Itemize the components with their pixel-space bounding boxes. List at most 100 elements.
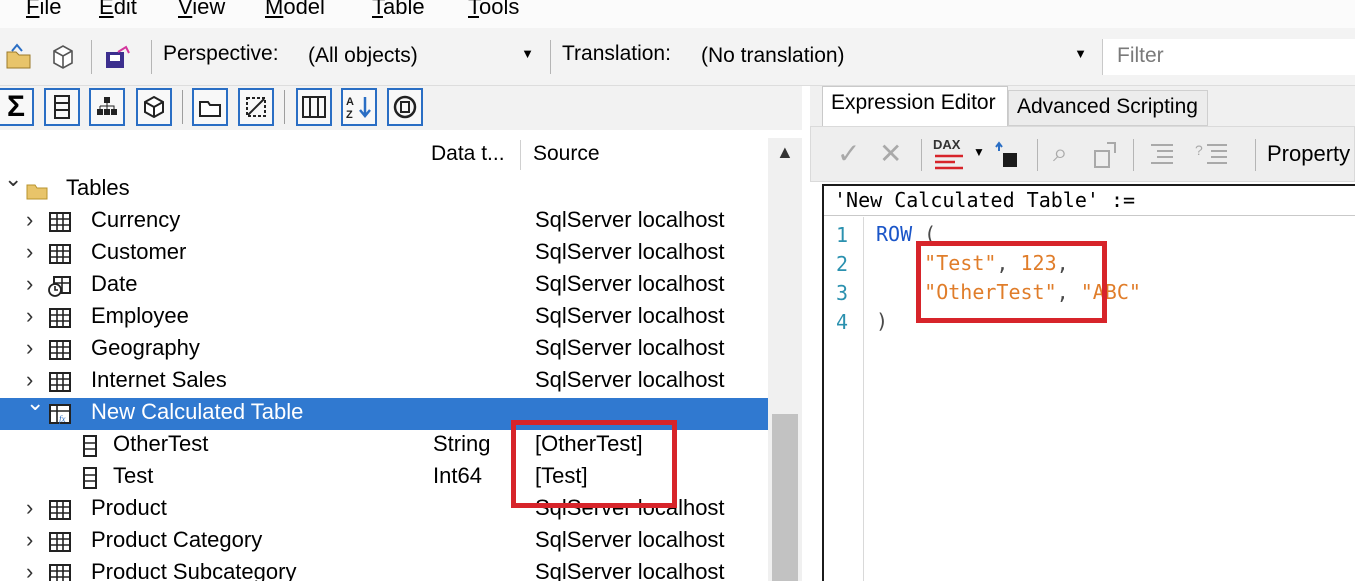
cancel-icon[interactable]: ✕ bbox=[879, 137, 902, 170]
metadata-icon bbox=[393, 95, 417, 119]
line-number: 4 bbox=[835, 310, 848, 334]
filter-input[interactable]: Filter bbox=[1102, 39, 1355, 75]
tree-row[interactable]: › Internet Sales SqlServer localhost bbox=[0, 366, 768, 398]
translation-value: (No translation) bbox=[701, 44, 845, 67]
show-hierarchies-button[interactable] bbox=[89, 88, 125, 126]
tab-expression-editor[interactable]: Expression Editor bbox=[822, 86, 1008, 126]
show-hidden-button[interactable] bbox=[238, 88, 274, 126]
menu-tools[interactable]: Tools bbox=[468, 0, 519, 20]
menu-model[interactable]: Model bbox=[265, 0, 325, 20]
collapse-chevron-icon[interactable]: ⌄ bbox=[4, 166, 22, 192]
menu-bar: File Edit View Model Table Tools bbox=[0, 0, 1355, 28]
tree-row[interactable]: › Product Category SqlServer localhost bbox=[0, 526, 768, 558]
perspective-dropdown[interactable]: (All objects) ▼ bbox=[302, 40, 542, 74]
deploy-icon[interactable] bbox=[48, 42, 78, 72]
menu-file[interactable]: File bbox=[26, 0, 61, 20]
tree-item-source: SqlServer localhost bbox=[535, 303, 725, 328]
toolbar-separator bbox=[1037, 139, 1038, 171]
highlight-box bbox=[916, 241, 1107, 323]
tree-item-source: SqlServer localhost bbox=[535, 207, 725, 232]
tree-item-source: SqlServer localhost bbox=[535, 559, 725, 581]
expand-chevron-icon[interactable]: › bbox=[26, 271, 33, 297]
translation-dropdown[interactable]: (No translation) ▼ bbox=[695, 40, 1095, 74]
comment-icon[interactable] bbox=[1147, 141, 1177, 169]
show-partitions-button[interactable] bbox=[136, 88, 172, 126]
menu-edit[interactable]: Edit bbox=[99, 0, 137, 20]
toolbar-separator bbox=[151, 40, 152, 74]
expand-chevron-icon[interactable]: › bbox=[26, 303, 33, 329]
find-icon[interactable]: ⌕ bbox=[1053, 137, 1068, 169]
tree-item-datatype: Int64 bbox=[433, 463, 482, 488]
tree-row[interactable]: › Geography SqlServer localhost bbox=[0, 334, 768, 366]
expand-chevron-icon[interactable]: › bbox=[26, 527, 33, 553]
explorer-column-header: Data t... Source bbox=[0, 138, 802, 174]
show-measures-button[interactable]: Σ bbox=[0, 88, 34, 126]
highlight-box bbox=[511, 420, 677, 508]
table-icon bbox=[48, 530, 72, 554]
perspective-value: (All objects) bbox=[308, 44, 418, 67]
tree-row[interactable]: › Customer SqlServer localhost bbox=[0, 238, 768, 270]
scrollbar-thumb[interactable] bbox=[772, 414, 798, 581]
toolbar-separator bbox=[1133, 139, 1134, 171]
perspective-label: Perspective: bbox=[163, 42, 279, 65]
tree-row[interactable]: › Employee SqlServer localhost bbox=[0, 302, 768, 334]
main-toolbar: Perspective: (All objects) ▼ Translation… bbox=[0, 28, 1355, 86]
tree-item-name: Employee bbox=[91, 303, 189, 328]
expand-chevron-icon[interactable]: › bbox=[26, 335, 33, 361]
code-line-4: ) bbox=[876, 309, 888, 333]
line-number-gutter: 1 2 3 4 bbox=[824, 217, 864, 581]
expand-chevron-icon[interactable]: › bbox=[26, 207, 33, 233]
scroll-up-icon[interactable]: ▲ bbox=[776, 142, 794, 163]
column-header-datatype[interactable]: Data t... bbox=[431, 142, 505, 166]
dropdown-arrow-icon: ▼ bbox=[1074, 46, 1087, 61]
save-model-icon[interactable] bbox=[102, 42, 132, 72]
replace-icon[interactable] bbox=[1091, 139, 1121, 171]
folder-icon bbox=[199, 101, 221, 117]
table-icon bbox=[48, 242, 72, 266]
sort-alphabetically-button[interactable]: AZ bbox=[341, 88, 377, 126]
tab-advanced-scripting[interactable]: Advanced Scripting bbox=[1008, 90, 1208, 126]
uncomment-icon[interactable]: ? bbox=[1195, 141, 1231, 169]
table-icon bbox=[48, 338, 72, 362]
date-table-icon bbox=[48, 274, 72, 298]
editor-title: 'New Calculated Table' := bbox=[824, 186, 1355, 216]
tree-item-source: SqlServer localhost bbox=[535, 271, 725, 296]
menu-table[interactable]: Table bbox=[372, 0, 425, 20]
menu-view[interactable]: View bbox=[178, 0, 225, 20]
tree-row[interactable]: › Date SqlServer localhost bbox=[0, 270, 768, 302]
dax-format-icon bbox=[935, 154, 963, 170]
tree-row[interactable]: › Product Subcategory SqlServer localhost bbox=[0, 558, 768, 581]
show-metadata-button[interactable] bbox=[387, 88, 423, 126]
expand-chevron-icon[interactable]: › bbox=[26, 239, 33, 265]
open-folder-icon[interactable] bbox=[4, 42, 34, 72]
expand-chevron-icon[interactable]: › bbox=[26, 495, 33, 521]
property-dropdown[interactable]: Property bbox=[1267, 141, 1350, 167]
deploy-expression-icon[interactable] bbox=[993, 139, 1025, 171]
tab-strip: Expression Editor Advanced Scripting bbox=[810, 86, 1355, 126]
column-icon bbox=[54, 95, 70, 119]
expand-chevron-icon[interactable]: › bbox=[26, 559, 33, 581]
toolbar-separator bbox=[550, 40, 551, 74]
dax-format-button[interactable]: DAX bbox=[933, 137, 967, 171]
line-number: 1 bbox=[835, 223, 848, 247]
collapse-chevron-icon[interactable]: ⌄ bbox=[26, 390, 44, 416]
column-icon bbox=[78, 434, 102, 458]
tom-explorer: Σ AZ Data t... Source ⌄ Tables › Currenc… bbox=[0, 86, 802, 581]
tree-item-name: Product Subcategory bbox=[91, 559, 297, 581]
show-display-folders-button[interactable] bbox=[192, 88, 228, 126]
cube-icon bbox=[144, 95, 164, 119]
tree-item-name: Customer bbox=[91, 239, 187, 264]
tree-row[interactable]: › Currency SqlServer localhost bbox=[0, 206, 768, 238]
svg-text:Z: Z bbox=[346, 109, 353, 121]
table-icon bbox=[48, 498, 72, 522]
column-divider[interactable] bbox=[520, 140, 521, 170]
tree-row[interactable]: ⌄ Tables bbox=[0, 166, 768, 206]
column-header-source[interactable]: Source bbox=[533, 142, 600, 166]
explorer-scrollbar[interactable]: ▲ bbox=[768, 138, 802, 581]
hidden-object-icon bbox=[246, 97, 266, 117]
dropdown-arrow-icon: ▼ bbox=[521, 46, 534, 61]
show-columns-button[interactable] bbox=[44, 88, 80, 126]
show-all-columns-button[interactable] bbox=[296, 88, 332, 126]
accept-icon[interactable]: ✓ bbox=[837, 137, 860, 170]
dropdown-arrow-icon[interactable]: ▼ bbox=[973, 145, 985, 159]
